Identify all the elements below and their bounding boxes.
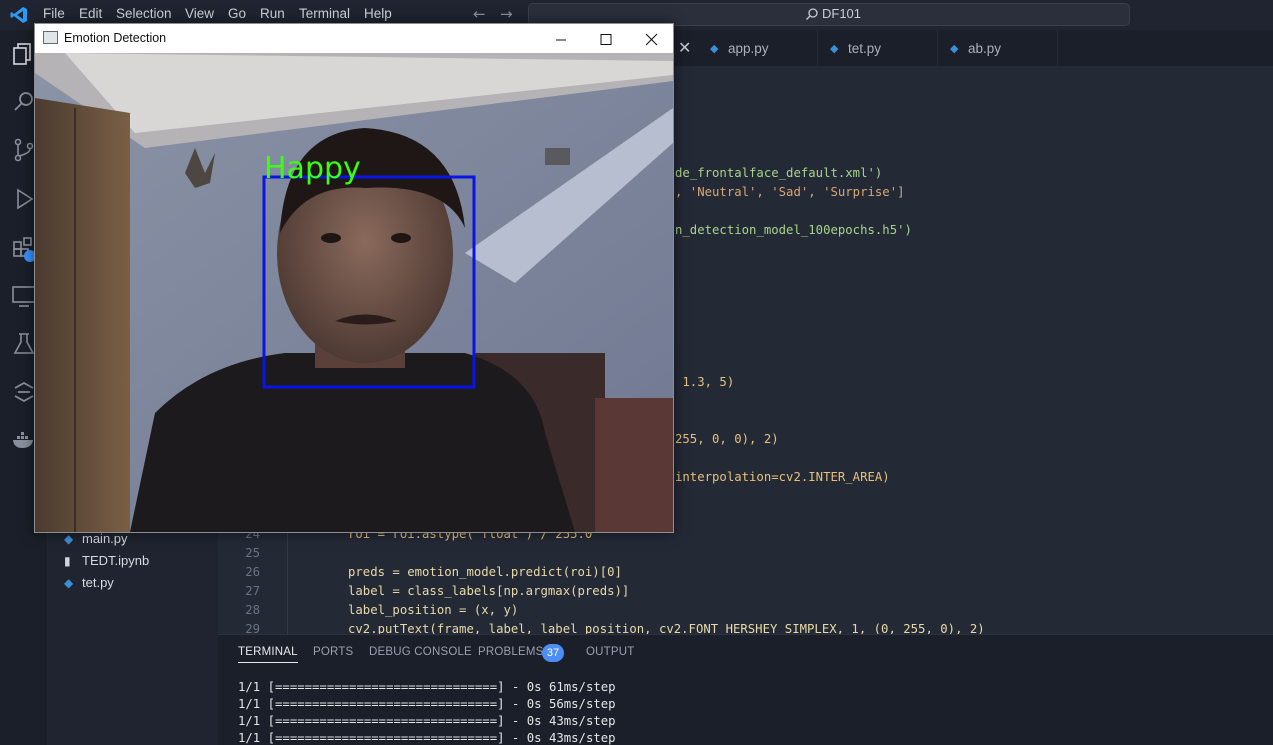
file-item-tedt-ipynb[interactable]: ▮ TEDT.ipynb	[64, 553, 149, 568]
window-title-bar[interactable]: Emotion Detection	[35, 24, 673, 53]
file-label: TEDT.ipynb	[82, 553, 150, 568]
code-line: label_position = (x, y)	[348, 603, 519, 617]
terminal-line: 1/1 [==============================] - 0…	[238, 731, 616, 745]
vscode-logo-icon[interactable]	[10, 6, 28, 24]
tab-tet-py[interactable]: ◆ tet.py	[818, 30, 938, 66]
minimize-icon[interactable]	[540, 27, 582, 51]
forward-arrow-icon[interactable]: →	[500, 5, 513, 23]
code-fragment: n_detection_model_100epochs.h5')	[675, 223, 912, 237]
notebook-file-icon: ▮	[64, 554, 71, 568]
terminal-line: 1/1 [==============================] - 0…	[238, 714, 616, 728]
tab-label: tet.py	[848, 41, 882, 56]
tab-terminal[interactable]: TERMINAL	[238, 646, 298, 663]
tab-debug-console[interactable]: DEBUG CONSOLE	[369, 646, 472, 658]
code-fragment: interpolation=cv2.INTER_AREA)	[675, 470, 890, 484]
code-fragment: 255, 0, 0), 2)	[675, 432, 779, 446]
indent-guide	[287, 530, 288, 634]
menu-selection[interactable]: Selection	[116, 6, 172, 21]
menu-file[interactable]: File	[43, 6, 65, 21]
code-line: preds = emotion_model.predict(roi)[0]	[348, 565, 622, 579]
emotion-detection-window[interactable]: Emotion Detection Happy	[34, 23, 674, 533]
webcam-frame: Happy	[35, 53, 673, 532]
tab-close-icon[interactable]: ✕	[678, 38, 691, 57]
tab-output[interactable]: OUTPUT	[586, 646, 634, 658]
code-line: label = class_labels[np.argmax(preds)]	[348, 584, 630, 598]
file-label: tet.py	[82, 575, 114, 590]
emotion-label: Happy	[264, 151, 361, 186]
tab-ports[interactable]: PORTS	[313, 646, 353, 658]
line-number: 27	[245, 584, 260, 598]
problems-count-badge: 37	[542, 644, 564, 662]
tab-ab-py[interactable]: ◆ ab.py	[938, 30, 1058, 66]
code-fragment: , 'Neutral', 'Sad', 'Surprise']	[675, 185, 905, 199]
app-window-icon	[43, 31, 58, 44]
menu-view[interactable]: View	[185, 6, 214, 21]
menu-go[interactable]: Go	[228, 6, 246, 21]
terminal-line: 1/1 [==============================] - 0…	[238, 680, 616, 694]
line-number: 25	[245, 546, 260, 560]
window-title: Emotion Detection	[64, 31, 167, 45]
search-icon	[806, 8, 818, 20]
code-fragment: de_frontalface_default.xml')	[675, 166, 883, 180]
line-number: 26	[245, 565, 260, 579]
menu-edit[interactable]: Edit	[79, 6, 102, 21]
python-file-icon: ◆	[64, 576, 74, 590]
menu-run[interactable]: Run	[260, 6, 285, 21]
python-file-icon: ◆	[64, 532, 74, 546]
tab-problems[interactable]: PROBLEMS	[478, 646, 544, 658]
maximize-icon[interactable]	[585, 27, 627, 51]
line-number: 28	[245, 603, 260, 617]
close-icon[interactable]	[630, 27, 672, 51]
tab-label: app.py	[728, 41, 769, 56]
menu-help[interactable]: Help	[364, 6, 392, 21]
menu-terminal[interactable]: Terminal	[299, 6, 350, 21]
code-fragment: 1.3, 5)	[675, 375, 735, 389]
tab-label: ab.py	[968, 41, 1002, 56]
file-item-main-py[interactable]: ◆ main.py	[64, 531, 128, 546]
terminal-line: 1/1 [==============================] - 0…	[238, 697, 616, 711]
tab-app-py[interactable]: ◆ app.py	[698, 30, 818, 66]
python-file-icon: ◆	[830, 42, 839, 55]
file-label: main.py	[82, 531, 128, 546]
python-file-icon: ◆	[710, 42, 719, 55]
back-arrow-icon[interactable]: ←	[473, 5, 486, 23]
python-file-icon: ◆	[950, 42, 959, 55]
file-item-tet-py[interactable]: ◆ tet.py	[64, 575, 114, 590]
search-text: DF101	[822, 6, 862, 21]
